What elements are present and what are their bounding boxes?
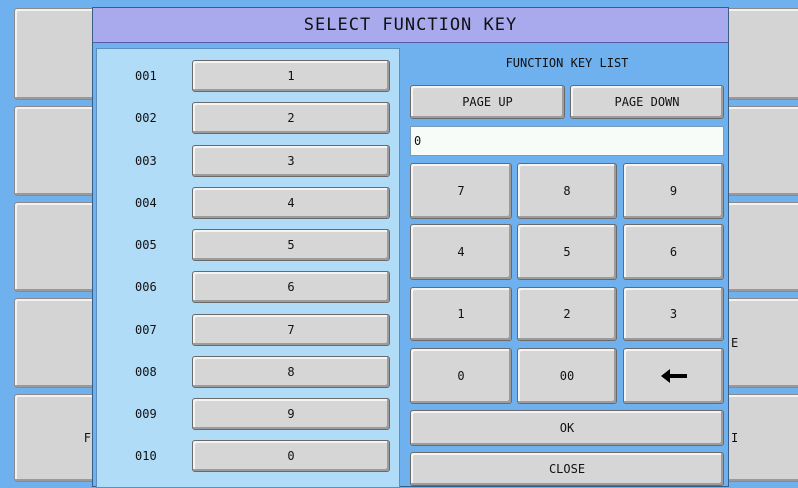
function-key-list-title: FUNCTION KEY LIST <box>505 56 629 70</box>
list-item-button[interactable]: 3 <box>192 145 390 177</box>
list-item-number: 010 <box>135 449 157 463</box>
keypad-3-button[interactable]: 3 <box>623 287 724 341</box>
list-item-number: 006 <box>135 280 157 294</box>
list-item-button[interactable]: 6 <box>192 271 390 303</box>
background-key-right-5[interactable]: I <box>724 394 798 482</box>
keypad-4-button[interactable]: 4 <box>410 224 512 280</box>
list-item: 006 6 <box>97 270 397 304</box>
keypad-0-button[interactable]: 0 <box>410 348 512 404</box>
list-item: 001 1 <box>97 59 397 93</box>
keypad-9-button[interactable]: 9 <box>623 163 724 219</box>
keypad-00-button[interactable]: 00 <box>517 348 617 404</box>
list-item-number: 007 <box>135 323 157 337</box>
list-item: 004 4 <box>97 186 397 220</box>
keypad-1-button[interactable]: 1 <box>410 287 512 341</box>
keypad-7-button[interactable]: 7 <box>410 163 512 219</box>
list-item-number: 002 <box>135 111 157 125</box>
keypad-5-button[interactable]: 5 <box>517 224 617 280</box>
list-item-button[interactable]: 9 <box>192 398 390 430</box>
left-arrow-icon <box>660 369 687 383</box>
function-key-controls: FUNCTION KEY LIST PAGE UP PAGE DOWN 0 7 … <box>409 48 725 488</box>
numeric-entry-field[interactable]: 0 <box>410 126 724 156</box>
background-key-left-3[interactable] <box>14 202 98 292</box>
background-key-left-2[interactable] <box>14 106 98 196</box>
dialog-title: SELECT FUNCTION KEY <box>93 8 728 43</box>
list-item-number: 005 <box>135 238 157 252</box>
list-item: 010 0 <box>97 439 397 473</box>
background-key-right-3[interactable] <box>724 202 798 292</box>
background-key-right-4[interactable]: E <box>724 298 798 388</box>
list-item-number: 001 <box>135 69 157 83</box>
function-key-list-panel: 001 1 002 2 003 3 004 4 005 5 006 6 007 … <box>96 48 400 488</box>
list-item-number: 008 <box>135 365 157 379</box>
keypad-8-button[interactable]: 8 <box>517 163 617 219</box>
list-item: 002 2 <box>97 101 397 135</box>
background-key-right-1[interactable] <box>724 8 798 100</box>
background-key-right-2[interactable] <box>724 106 798 196</box>
list-item-number: 009 <box>135 407 157 421</box>
list-item-number: 003 <box>135 154 157 168</box>
list-item-button[interactable]: 2 <box>192 102 390 134</box>
ok-button[interactable]: OK <box>410 410 724 446</box>
keypad-6-button[interactable]: 6 <box>623 224 724 280</box>
list-item: 007 7 <box>97 313 397 347</box>
list-item: 003 3 <box>97 144 397 178</box>
background-key-right-4-label: E <box>731 336 739 350</box>
page-up-button[interactable]: PAGE UP <box>410 85 565 119</box>
list-item-button[interactable]: 4 <box>192 187 390 219</box>
background-key-left-5-label: F <box>83 431 91 445</box>
backspace-button[interactable] <box>623 348 724 404</box>
list-item-number: 004 <box>135 196 157 210</box>
close-button[interactable]: CLOSE <box>410 452 724 486</box>
list-item-button[interactable]: 1 <box>192 60 390 92</box>
list-item: 005 5 <box>97 228 397 262</box>
background-key-left-5[interactable]: F <box>14 394 98 482</box>
list-item: 008 8 <box>97 355 397 389</box>
list-item-button[interactable]: 5 <box>192 229 390 261</box>
select-function-key-dialog: SELECT FUNCTION KEY 001 1 002 2 003 3 00… <box>92 7 729 488</box>
keypad-2-button[interactable]: 2 <box>517 287 617 341</box>
list-item-button[interactable]: 8 <box>192 356 390 388</box>
list-item-button[interactable]: 0 <box>192 440 390 472</box>
page-down-button[interactable]: PAGE DOWN <box>570 85 724 119</box>
list-item-button[interactable]: 7 <box>192 314 390 346</box>
background-key-left-4[interactable] <box>14 298 98 388</box>
background-key-left-1[interactable] <box>14 8 98 100</box>
list-item: 009 9 <box>97 397 397 431</box>
background-key-right-5-label: I <box>731 431 739 445</box>
